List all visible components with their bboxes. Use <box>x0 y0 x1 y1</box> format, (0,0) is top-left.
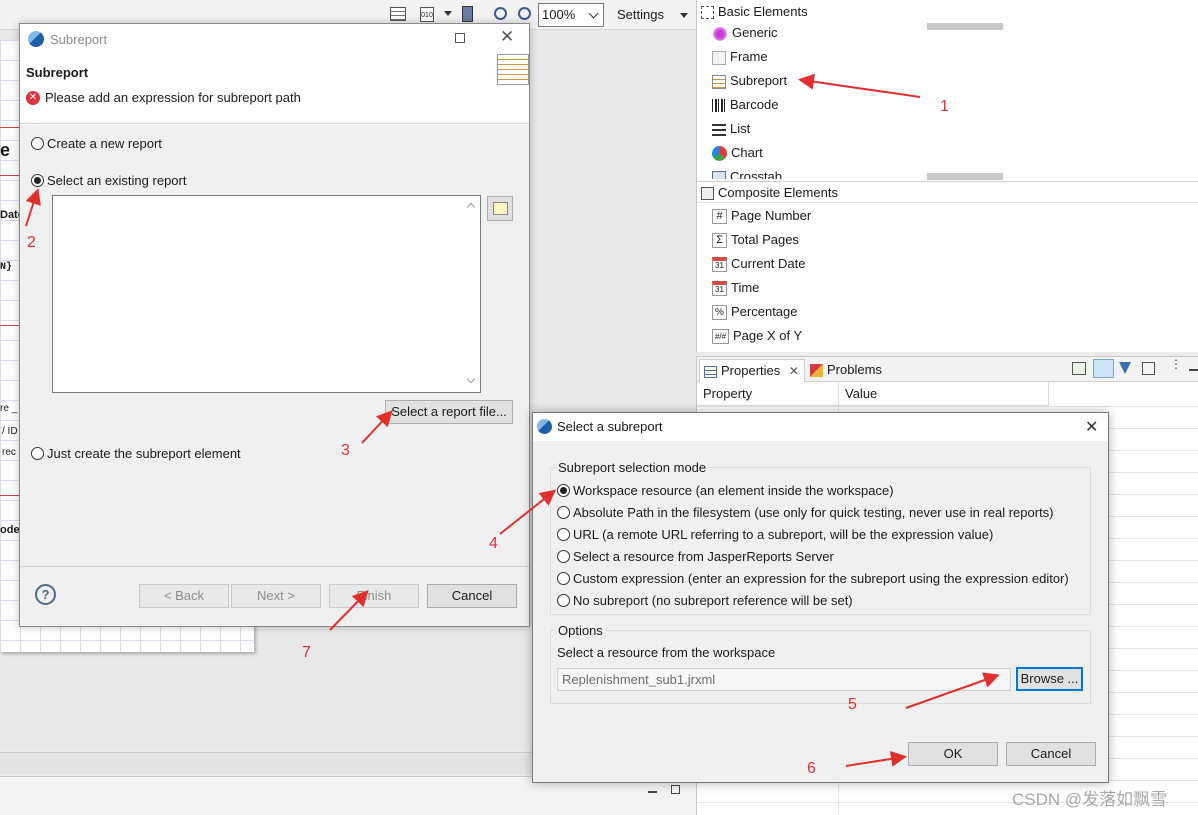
annotation-label-4: 4 <box>489 535 498 552</box>
annotation-label-5: 5 <box>848 696 857 713</box>
annotation-label-3: 3 <box>341 442 350 459</box>
annotation-arrow-1 <box>798 73 921 98</box>
annotation-label-6: 6 <box>807 760 816 777</box>
annotation-arrow-5 <box>905 672 1000 709</box>
annotation-label-7: 7 <box>302 644 311 661</box>
watermark: CSDN @发落如飘雪 <box>1012 790 1168 809</box>
annotation-label-2: 2 <box>27 234 36 251</box>
annotation-label-1: 1 <box>940 98 949 115</box>
annotation-arrow-3 <box>361 410 393 444</box>
annotation-arrow-7 <box>329 590 369 631</box>
annotation-arrow-4 <box>499 489 557 535</box>
annotation-arrow-2 <box>25 188 41 227</box>
annotation-arrows <box>25 73 1000 767</box>
annotation-arrow-6 <box>845 750 907 767</box>
